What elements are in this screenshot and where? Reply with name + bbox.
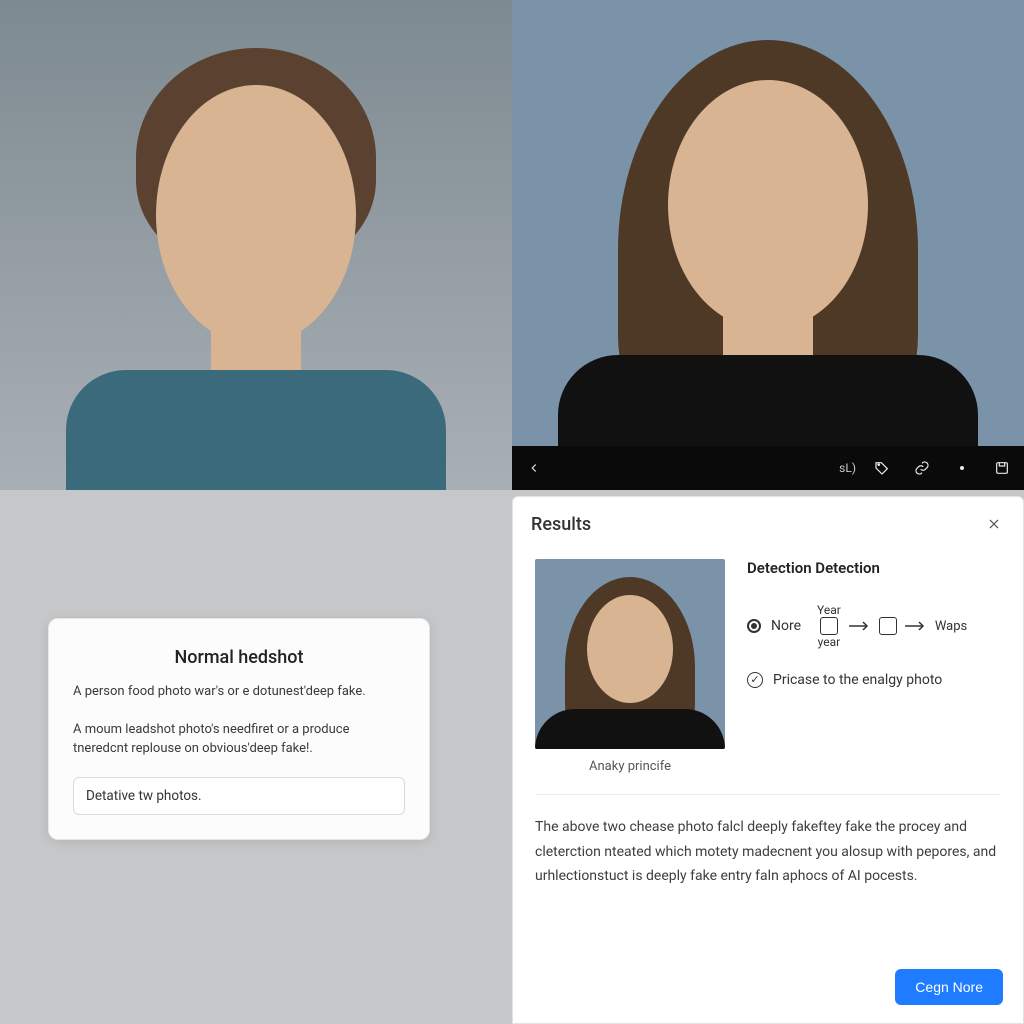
link-icon[interactable]: [908, 454, 936, 482]
detection-heading: Detection Detection: [747, 559, 1001, 577]
results-panel: Results Anaky princife Detection Detecti…: [512, 496, 1024, 1024]
headshot-right: sL): [512, 0, 1024, 490]
normal-headshot-card: Normal hedshot A person food photo war's…: [48, 618, 430, 840]
flow-box-mid: [879, 617, 897, 635]
primary-cta-button[interactable]: Cegn Nore: [895, 969, 1003, 1005]
tag-icon[interactable]: [868, 454, 896, 482]
radio-icon: [747, 619, 761, 633]
option-label: Pricase to the enalgy photo: [773, 672, 942, 688]
card-line-2: A moum leadshot photo's needfiret or a p…: [73, 720, 405, 759]
result-thumbnail: [535, 559, 725, 749]
card-line-1: A person food photo war's or e dotunest'…: [73, 682, 405, 702]
flow-end-label: Waps: [935, 619, 967, 634]
arrow-icon: [849, 621, 871, 631]
option-nore[interactable]: Nore Year year Waps: [747, 603, 1001, 650]
card-title: Normal hedshot: [73, 647, 405, 668]
photo-toolbar: sL): [512, 446, 1024, 490]
option-label: Nore: [771, 618, 801, 634]
back-icon[interactable]: [520, 454, 548, 482]
close-icon[interactable]: [983, 513, 1005, 535]
flow-label-top: Year: [817, 603, 841, 617]
results-description: The above two chease photo falcl deeply …: [513, 815, 1023, 889]
check-icon: ✓: [747, 672, 763, 688]
headshot-left: [0, 0, 512, 490]
toolbar-label: sL): [839, 461, 856, 475]
results-title: Results: [531, 514, 591, 535]
option-pricase[interactable]: ✓ Pricase to the enalgy photo: [747, 672, 1001, 688]
divider: [535, 794, 1001, 795]
flow-label-bottom: year: [818, 635, 841, 649]
save-icon[interactable]: [988, 454, 1016, 482]
flow-box-start: [820, 617, 838, 635]
photos-input[interactable]: Detative tw photos.: [73, 777, 405, 815]
thumbnail-caption: Anaky princife: [535, 759, 725, 774]
dot-icon[interactable]: [948, 454, 976, 482]
arrow-icon: [905, 621, 927, 631]
